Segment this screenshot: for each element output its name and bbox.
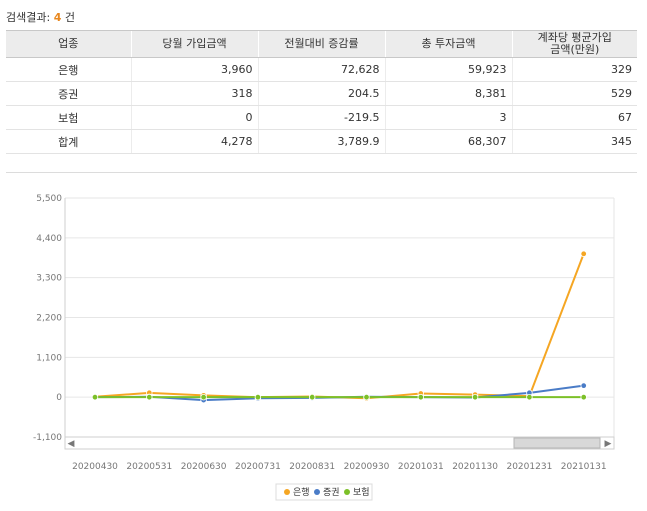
table-cell: 345 [511, 129, 637, 154]
table-cell: 3 [384, 105, 512, 130]
chart-panel: 5,500 4,400 3,300 2,200 1,100 0 -1,100 ◀ ▶ 202004… [6, 172, 637, 506]
x-tick-label: 20201231 [506, 462, 552, 472]
search-result-label: 검색결과: [6, 11, 51, 24]
legend-marker [314, 489, 320, 495]
table-row: 보험 0 -219.5 3 67 [6, 105, 637, 130]
y-tick-label: 1,100 [36, 353, 62, 363]
scroll-right-arrow[interactable]: ▶ [605, 439, 612, 449]
column-header-total-investment: 총 투자금액 [384, 30, 512, 58]
y-tick-label: 5,500 [36, 194, 62, 204]
data-point [146, 393, 153, 401]
search-result-count: 검색결과: 4 건 [6, 9, 75, 25]
table-row: 합계 4,278 3,789.9 68,307 345 [6, 129, 637, 154]
table-cell: 합계 [6, 129, 131, 154]
data-point [200, 393, 207, 401]
line-chart: 5,500 4,400 3,300 2,200 1,100 0 -1,100 ◀ ▶ 202004… [33, 194, 615, 501]
table-row: 은행 3,960 72,628 59,923 329 [6, 57, 637, 82]
table-cell: 은행 [6, 57, 131, 82]
x-tick-label: 20200630 [181, 462, 227, 472]
series-line-은행 [94, 253, 585, 400]
x-tick-label: 20201031 [398, 462, 444, 472]
table-cell: 529 [511, 81, 637, 106]
table-cell: 72,628 [257, 57, 385, 82]
table-cell: 68,307 [384, 129, 512, 154]
table-header-row: 업종 당월 가입금액 전월대비 증감률 총 투자금액 계좌당 평균가입 금액(만… [6, 30, 637, 58]
table-cell: 329 [511, 57, 637, 82]
legend-label: 증권 [323, 486, 340, 498]
data-point [363, 393, 370, 401]
data-point [91, 393, 99, 401]
column-header-avg-per-account: 계좌당 평균가입 금액(만원) [511, 30, 637, 58]
table-cell: 증권 [6, 81, 131, 106]
column-header-monthly-amount: 당월 가입금액 [130, 30, 258, 58]
x-tick-label: 20200531 [126, 462, 172, 472]
column-header-industry: 업종 [6, 30, 131, 58]
data-point [580, 393, 587, 401]
y-tick-label: -1,100 [33, 433, 62, 443]
data-point [417, 393, 424, 401]
data-point [526, 393, 533, 401]
table-cell: 59,923 [384, 57, 512, 82]
table-cell: -219.5 [257, 105, 385, 130]
legend-label: 보험 [353, 487, 370, 498]
table-cell: 3,960 [130, 57, 258, 82]
legend-marker [284, 489, 290, 495]
scroll-left-arrow[interactable]: ◀ [68, 439, 75, 449]
y-tick-label: 0 [56, 393, 62, 403]
x-tick-label: 20201130 [452, 462, 498, 472]
data-point [254, 393, 262, 401]
x-tick-label: 20210131 [561, 462, 607, 472]
table-cell: 204.5 [257, 81, 385, 106]
x-tick-label: 20200831 [289, 462, 335, 472]
column-header-change-rate: 전월대비 증감률 [257, 30, 385, 58]
legend-label: 은행 [293, 486, 310, 498]
data-point [580, 250, 587, 257]
table-cell: 3,789.9 [257, 129, 385, 154]
table-cell: 0 [130, 105, 258, 130]
y-tick-label: 2,200 [36, 314, 62, 324]
table-cell: 4,278 [130, 129, 258, 154]
data-point [580, 382, 587, 389]
data-point [471, 393, 479, 401]
y-tick-label: 3,300 [36, 274, 62, 284]
y-tick-label: 4,400 [36, 234, 62, 244]
table-cell: 8,381 [384, 81, 512, 106]
table-cell: 318 [130, 81, 258, 106]
search-result-number: 4 [53, 11, 62, 24]
table-cell: 67 [511, 105, 637, 130]
search-result-unit: 건 [64, 11, 75, 24]
legend-marker [344, 489, 350, 495]
x-tick-label: 20200930 [344, 462, 390, 472]
x-tick-label: 20200430 [72, 462, 118, 472]
data-point [309, 393, 316, 401]
table-row: 증권 318 204.5 8,381 529 [6, 81, 637, 106]
scrollbar-thumb[interactable] [513, 437, 601, 449]
x-tick-label: 20200731 [235, 462, 281, 472]
table-cell: 보험 [6, 105, 131, 130]
stats-table: 업종 당월 가입금액 전월대비 증감률 총 투자금액 계좌당 평균가입 금액(만… [6, 30, 637, 154]
